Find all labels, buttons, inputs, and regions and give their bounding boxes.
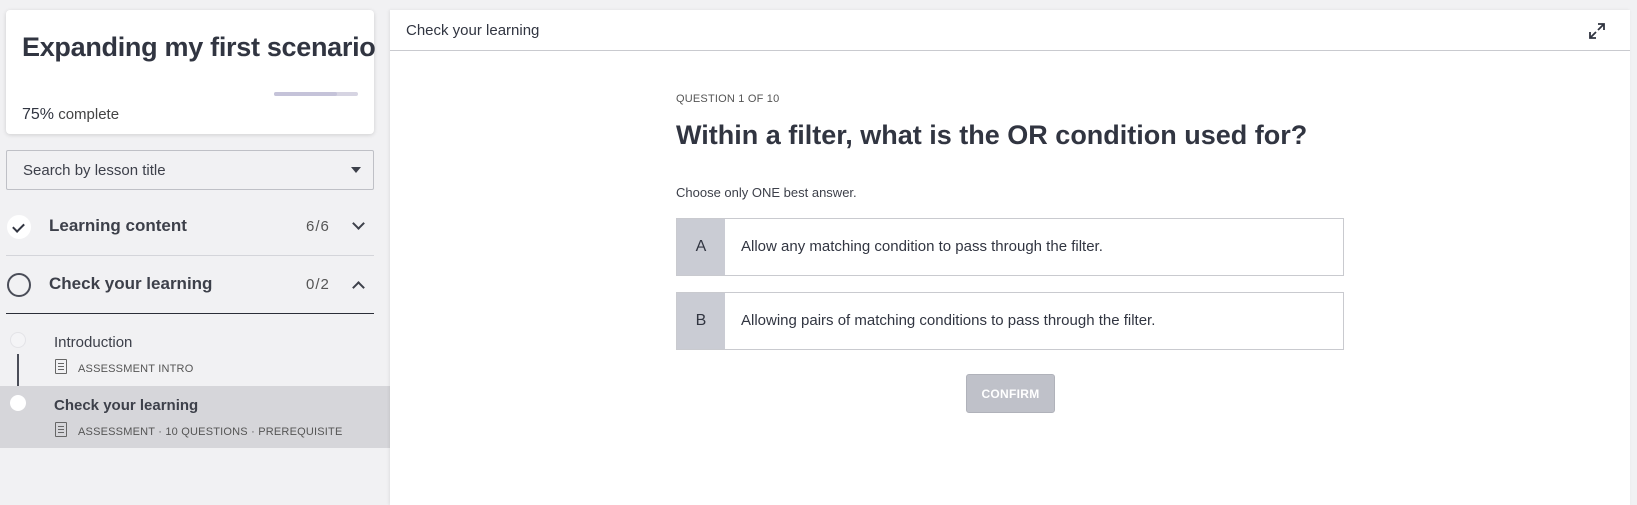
progress-text: 75% complete bbox=[22, 106, 119, 124]
section-learning-content[interactable]: Learning content 6/6 bbox=[6, 198, 374, 256]
caret-down-icon bbox=[351, 167, 361, 173]
option-letter: B bbox=[677, 293, 725, 349]
search-select-label: Search by lesson title bbox=[23, 162, 166, 179]
section-count: 0/2 bbox=[306, 276, 330, 293]
lesson-meta: ASSESSMENT · 10 QUESTIONS · PREREQUISITE bbox=[78, 426, 343, 438]
question-label: QUESTION 1 OF 10 bbox=[676, 93, 780, 105]
section-title: Learning content bbox=[49, 216, 187, 235]
question-text-bold: OR bbox=[1007, 120, 1048, 150]
main-header-title: Check your learning bbox=[406, 22, 540, 39]
checkmark-icon bbox=[7, 215, 31, 239]
progress-suffix: complete bbox=[58, 106, 120, 123]
option-text: Allow any matching condition to pass thr… bbox=[741, 238, 1103, 255]
expand-icon[interactable] bbox=[1588, 22, 1606, 40]
chevron-down-icon[interactable] bbox=[352, 217, 365, 230]
course-title: Expanding my first scenario bbox=[22, 32, 376, 62]
question-instruction: Choose only ONE best answer. bbox=[676, 185, 857, 200]
confirm-button[interactable]: CONFIRM bbox=[966, 374, 1055, 413]
main-panel: Check your learning QUESTION 1 OF 10 Wit… bbox=[390, 10, 1630, 505]
progress-fill bbox=[274, 92, 337, 96]
document-icon bbox=[55, 422, 67, 437]
answer-option-a[interactable]: A Allow any matching condition to pass t… bbox=[676, 218, 1344, 276]
lesson-item-introduction[interactable]: Introduction ASSESSMENT INTRO bbox=[0, 323, 390, 385]
lesson-status-dot bbox=[10, 332, 26, 348]
lesson-name: Check your learning bbox=[54, 397, 199, 414]
lesson-name: Introduction bbox=[54, 334, 133, 351]
question-text-after: condition used for? bbox=[1047, 120, 1308, 150]
main-header: Check your learning bbox=[390, 10, 1630, 51]
progress-percent: 75% bbox=[22, 106, 55, 123]
document-icon bbox=[55, 359, 67, 374]
empty-circle-icon bbox=[7, 273, 31, 297]
lesson-item-check-your-learning[interactable]: Check your learning ASSESSMENT · 10 QUES… bbox=[0, 386, 390, 448]
course-card: Expanding my first scenario 75% complete bbox=[6, 10, 376, 134]
sidebar: Expanding my first scenario 75% complete… bbox=[0, 0, 390, 505]
lesson-search-select[interactable]: Search by lesson title bbox=[6, 150, 374, 190]
progress-bar bbox=[274, 92, 358, 96]
answer-option-b[interactable]: B Allowing pairs of matching conditions … bbox=[676, 292, 1344, 350]
section-title: Check your learning bbox=[49, 274, 213, 293]
chevron-up-icon[interactable] bbox=[352, 281, 365, 294]
option-text: Allowing pairs of matching conditions to… bbox=[741, 312, 1156, 329]
section-count: 6/6 bbox=[306, 218, 330, 235]
lesson-status-dot bbox=[10, 395, 26, 411]
lesson-meta: ASSESSMENT INTRO bbox=[78, 363, 194, 375]
question-text-before: Within a filter, what is the bbox=[676, 120, 1008, 150]
section-check-your-learning[interactable]: Check your learning 0/2 bbox=[6, 256, 374, 314]
question-title: Within a filter, what is the OR conditio… bbox=[676, 120, 1307, 151]
option-letter: A bbox=[677, 219, 725, 275]
